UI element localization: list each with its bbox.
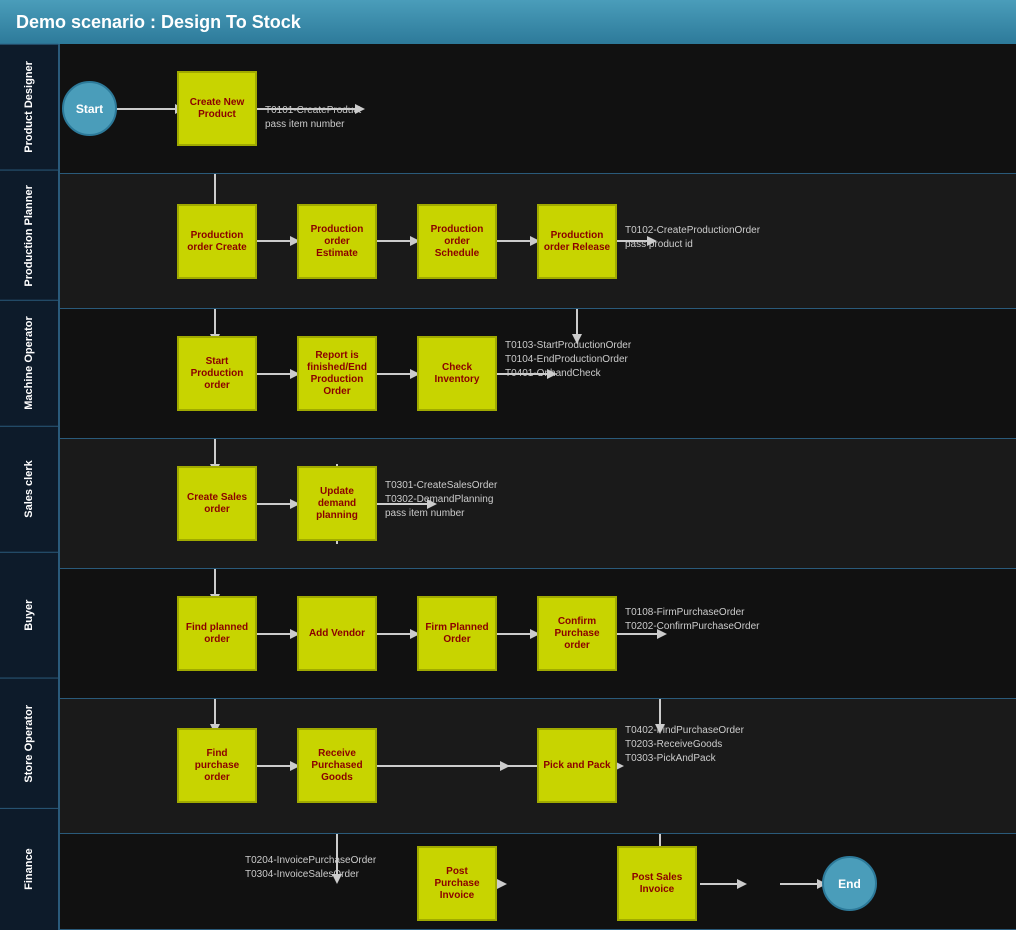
task-post-sales-invoice[interactable]: Post Sales Invoice	[617, 846, 697, 921]
task-production-order-create[interactable]: Production order Create	[177, 204, 257, 279]
task-production-order-estimate[interactable]: Production order Estimate	[297, 204, 377, 279]
label-t0301: T0301-CreateSalesOrder T0302-DemandPlann…	[385, 479, 497, 521]
diagram-container: Product Designer Production Planner Mach…	[0, 44, 1016, 930]
lane-label-store-operator: Store Operator	[0, 678, 58, 809]
task-check-inventory[interactable]: Check Inventory	[417, 336, 497, 411]
lane-label-finance: Finance	[0, 808, 58, 930]
lane-label-production-planner: Production Planner	[0, 170, 58, 301]
label-t0402: T0402-FindPurchaseOrder T0203-ReceiveGoo…	[625, 724, 744, 766]
title-bar: Demo scenario : Design To Stock	[0, 0, 1016, 44]
task-post-purchase-invoice[interactable]: Post Purchase Invoice	[417, 846, 497, 921]
diagram-area: Start Create New Product T0101-CreatePro…	[60, 44, 1016, 930]
task-create-sales-order[interactable]: Create Sales order	[177, 466, 257, 541]
start-node: Start	[62, 81, 117, 136]
task-update-demand-planning[interactable]: Update demand planning	[297, 466, 377, 541]
task-firm-planned-order[interactable]: Firm Planned Order	[417, 596, 497, 671]
task-production-order-schedule[interactable]: Production order Schedule	[417, 204, 497, 279]
lane-label-sales-clerk: Sales clerk	[0, 426, 58, 552]
label-t0103: T0103-StartProductionOrder T0104-EndProd…	[505, 339, 631, 381]
task-create-new-product[interactable]: Create New Product	[177, 71, 257, 146]
lane-label-buyer: Buyer	[0, 552, 58, 678]
task-add-vendor[interactable]: Add Vendor	[297, 596, 377, 671]
lane-label-machine-operator: Machine Operator	[0, 300, 58, 426]
task-confirm-purchase-order[interactable]: Confirm Purchase order	[537, 596, 617, 671]
page-title: Demo scenario : Design To Stock	[16, 12, 301, 33]
label-t0108: T0108-FirmPurchaseOrder T0202-ConfirmPur…	[625, 606, 760, 634]
end-node: End	[822, 856, 877, 911]
lane-label-product-designer: Product Designer	[0, 44, 58, 170]
task-receive-purchased-goods[interactable]: Receive Purchased Goods	[297, 728, 377, 803]
label-t0101: T0101-CreateProduct pass item number	[265, 104, 361, 132]
lane-labels: Product Designer Production Planner Mach…	[0, 44, 60, 930]
label-t0204: T0204-InvoicePurchaseOrder T0304-Invoice…	[245, 854, 376, 882]
task-production-order-release[interactable]: Production order Release	[537, 204, 617, 279]
task-find-purchase-order[interactable]: Find purchase order	[177, 728, 257, 803]
label-t0102: T0102-CreateProductionOrder pass product…	[625, 224, 760, 252]
task-report-finish-end[interactable]: Report is finished/End Production Order	[297, 336, 377, 411]
task-find-planned-order[interactable]: Find planned order	[177, 596, 257, 671]
task-pick-and-pack[interactable]: Pick and Pack	[537, 728, 617, 803]
task-start-production-order[interactable]: Start Production order	[177, 336, 257, 411]
